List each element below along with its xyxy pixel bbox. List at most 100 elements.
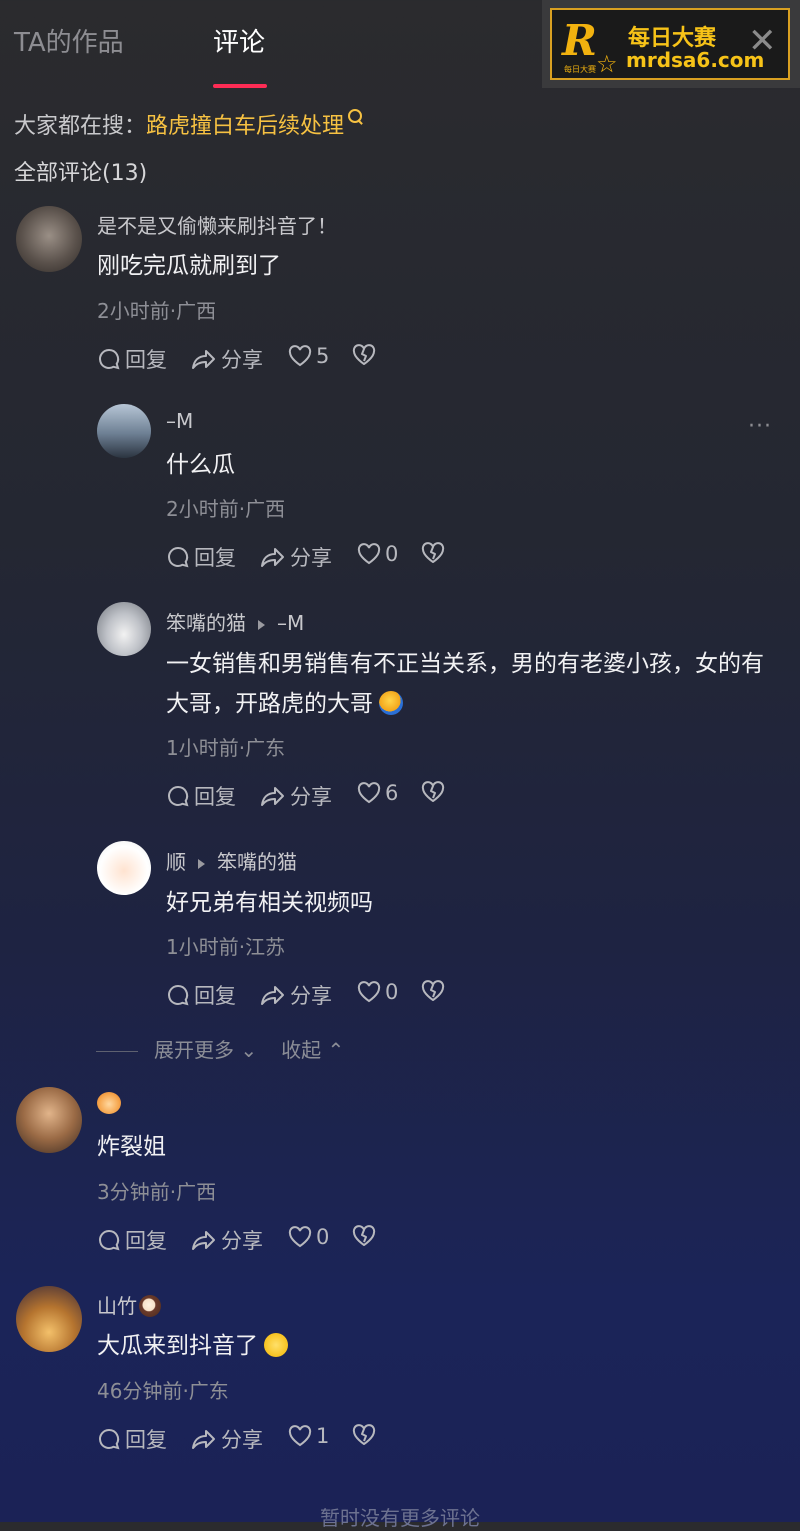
sweat-emoji-icon bbox=[379, 691, 403, 715]
dislike-button[interactable] bbox=[421, 781, 449, 803]
reply-icon bbox=[99, 1229, 120, 1251]
reply-label: 回复 bbox=[125, 1229, 167, 1253]
like-count: 0 bbox=[316, 1225, 330, 1249]
share-button[interactable]: 分享 bbox=[260, 980, 332, 1010]
dislike-button[interactable] bbox=[352, 1225, 380, 1247]
broken-heart-icon bbox=[421, 980, 445, 1001]
expand-more-button[interactable]: 展开更多 ⌄ bbox=[154, 1038, 257, 1062]
comment-author[interactable]: 是不是又偷懒来刷抖音了！ bbox=[97, 210, 337, 239]
like-count: 1 bbox=[316, 1424, 330, 1448]
expand-more-label: 展开更多 bbox=[154, 1038, 234, 1062]
reply-target[interactable]: –M bbox=[277, 611, 304, 635]
search-suggestion[interactable]: 大家都在搜：路虎撞白车后续处理 bbox=[14, 108, 363, 140]
comment-author-row: 笨嘴的猫 –M bbox=[166, 607, 304, 636]
dislike-button[interactable] bbox=[421, 542, 449, 564]
like-count: 6 bbox=[385, 781, 399, 805]
share-icon bbox=[261, 548, 284, 567]
share-button[interactable]: 分享 bbox=[191, 344, 263, 374]
replies-expand-row: 展开更多 ⌄ 收起 ⌃ bbox=[96, 1034, 344, 1063]
reply-target[interactable]: 笨嘴的猫 bbox=[217, 850, 297, 874]
reply-button[interactable]: 回复 bbox=[97, 1225, 167, 1255]
chevron-up-icon: ⌃ bbox=[321, 1038, 345, 1062]
avatar[interactable] bbox=[97, 602, 151, 656]
smile-emoji-icon bbox=[264, 1333, 288, 1357]
share-button[interactable]: 分享 bbox=[191, 1424, 263, 1454]
share-button[interactable]: 分享 bbox=[260, 542, 332, 572]
search-prefix: 大家都在搜： bbox=[14, 114, 147, 139]
broken-heart-icon bbox=[352, 1225, 376, 1246]
reply-button[interactable]: 回复 bbox=[166, 781, 236, 811]
like-button[interactable]: 0 bbox=[288, 1225, 329, 1249]
avatar[interactable] bbox=[16, 206, 82, 272]
share-button[interactable]: 分享 bbox=[191, 1225, 263, 1255]
reply-icon bbox=[99, 1428, 120, 1450]
avatar[interactable] bbox=[16, 1087, 82, 1153]
reply-button[interactable]: 回复 bbox=[166, 542, 236, 572]
share-label: 分享 bbox=[290, 984, 332, 1008]
avatar[interactable] bbox=[16, 1286, 82, 1352]
share-icon bbox=[261, 787, 284, 806]
reply-button[interactable]: 回复 bbox=[97, 1424, 167, 1454]
tab-comments[interactable]: 评论 bbox=[213, 22, 265, 59]
avatar[interactable] bbox=[97, 841, 151, 895]
broken-heart-icon bbox=[352, 1424, 376, 1445]
comment-author-name: 山竹 bbox=[97, 1294, 137, 1318]
heart-icon bbox=[357, 543, 381, 565]
like-button[interactable]: 1 bbox=[288, 1424, 329, 1448]
dislike-button[interactable] bbox=[421, 980, 449, 1002]
like-button[interactable]: 6 bbox=[357, 781, 398, 805]
share-label: 分享 bbox=[221, 348, 263, 372]
like-button[interactable]: 0 bbox=[357, 980, 398, 1004]
divider bbox=[96, 1051, 138, 1052]
comment-author[interactable] bbox=[97, 1091, 121, 1115]
reply-label: 回复 bbox=[125, 1428, 167, 1452]
share-label: 分享 bbox=[290, 785, 332, 809]
comment-text: 好兄弟有相关视频吗 bbox=[166, 890, 373, 916]
heart-icon bbox=[288, 345, 312, 367]
comment-actions: 回复 分享 5 bbox=[97, 344, 417, 374]
reply-icon bbox=[168, 546, 189, 568]
ad-logo-subtext: 每日大赛 bbox=[564, 65, 596, 74]
hamster-emoji-icon bbox=[97, 1092, 121, 1114]
comment-author[interactable]: 顺 bbox=[166, 850, 186, 874]
collapse-label: 收起 bbox=[281, 1038, 322, 1062]
reply-button[interactable]: 回复 bbox=[166, 980, 236, 1010]
share-icon bbox=[261, 986, 284, 1005]
comment-author[interactable]: –M bbox=[166, 409, 193, 433]
reply-label: 回复 bbox=[125, 348, 167, 372]
avatar[interactable] bbox=[97, 404, 151, 458]
like-button[interactable]: 5 bbox=[288, 344, 329, 368]
reply-button[interactable]: 回复 bbox=[97, 344, 167, 374]
comment-text: 刚吃完瓜就刷到了 bbox=[97, 253, 281, 279]
heart-icon bbox=[357, 981, 381, 1003]
like-count: 5 bbox=[316, 344, 330, 368]
search-term-link[interactable]: 路虎撞白车后续处理 bbox=[146, 114, 344, 139]
ad-logo: R bbox=[562, 16, 597, 65]
more-options-icon[interactable]: ··· bbox=[748, 414, 772, 439]
like-button[interactable]: 0 bbox=[357, 542, 398, 566]
share-button[interactable]: 分享 bbox=[260, 781, 332, 811]
dislike-button[interactable] bbox=[352, 1424, 380, 1446]
ad-url: mrdsa6.com bbox=[626, 48, 765, 72]
reply-arrow-icon bbox=[258, 620, 265, 630]
comment-text: 一女销售和男销售有不正当关系，男的有老婆小孩，女的有大哥，开路虎的大哥 bbox=[166, 644, 776, 724]
comment-author[interactable]: 笨嘴的猫 bbox=[166, 611, 246, 635]
dislike-button[interactable] bbox=[352, 344, 380, 366]
tab-works[interactable]: TA的作品 bbox=[14, 22, 124, 59]
share-icon bbox=[192, 1430, 215, 1449]
comment-actions: 回复 分享 0 bbox=[97, 1225, 417, 1255]
comment-actions: 回复 分享 0 bbox=[166, 980, 486, 1010]
comment-meta: 1小时前·江苏 bbox=[166, 935, 286, 959]
ad-banner[interactable]: R ☆ 每日大赛 每日大赛 mrdsa6.com ✕ bbox=[542, 0, 800, 88]
heart-icon bbox=[357, 782, 381, 804]
comment-meta: 3分钟前·广西 bbox=[97, 1180, 217, 1204]
comment-text-body: 一女销售和男销售有不正当关系，男的有老婆小孩，女的有大哥，开路虎的大哥 bbox=[166, 651, 764, 717]
close-icon[interactable]: ✕ bbox=[748, 24, 777, 58]
broken-heart-icon bbox=[352, 344, 376, 365]
reply-icon bbox=[168, 984, 189, 1006]
heart-icon bbox=[288, 1226, 312, 1248]
comment-author[interactable]: 山竹 bbox=[97, 1290, 161, 1319]
ad-frame: R ☆ 每日大赛 每日大赛 mrdsa6.com ✕ bbox=[550, 8, 790, 80]
collapse-button[interactable]: 收起 ⌃ bbox=[281, 1038, 344, 1062]
comment-author-row: 顺 笨嘴的猫 bbox=[166, 846, 297, 875]
